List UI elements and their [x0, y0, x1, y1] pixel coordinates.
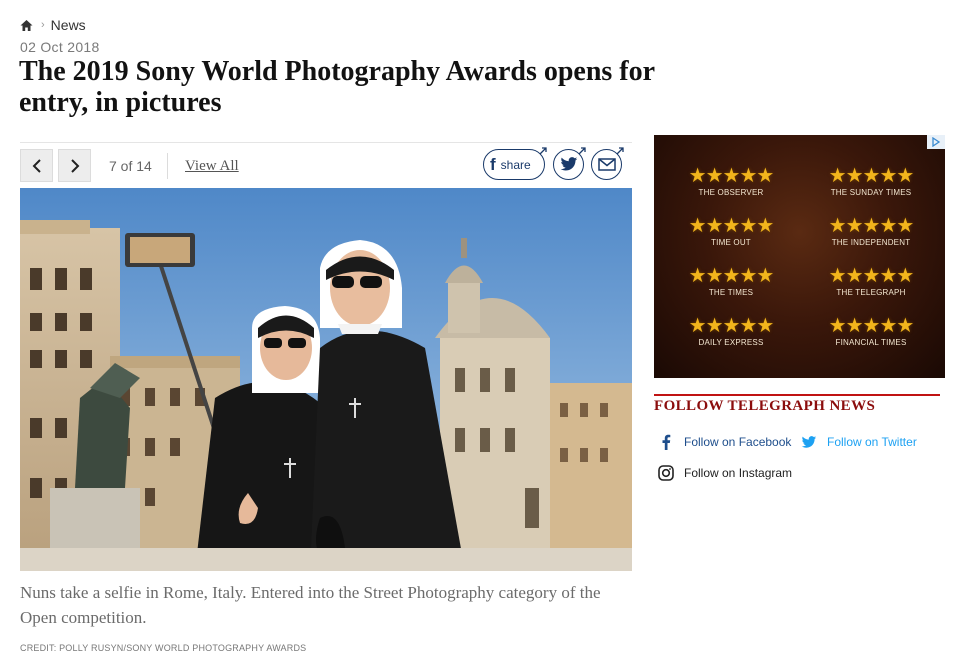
review-source: DAILY EXPRESS: [698, 338, 764, 347]
envelope-icon: [597, 158, 616, 171]
divider: [167, 153, 168, 179]
review-source: TIME OUT: [711, 238, 751, 247]
review-grid: ★★★★★ THE OBSERVER ★★★★★ THE SUNDAY TIMES …: [666, 165, 936, 347]
five-stars-icon: ★★★★★: [688, 165, 775, 187]
share-label: share: [500, 157, 531, 172]
review-cell: ★★★★★ THE OBSERVER: [666, 165, 796, 197]
five-stars-icon: ★★★★★: [688, 215, 775, 237]
page-title: The 2019 Sony World Photography Awards o…: [19, 56, 655, 118]
facebook-icon: f: [490, 154, 496, 174]
review-cell: ★★★★★ THE INDEPENDENT: [806, 215, 936, 247]
breadcrumb-news-link[interactable]: News: [51, 17, 86, 33]
breadcrumb: › News: [20, 16, 86, 34]
five-stars-icon: ★★★★★: [828, 315, 915, 337]
review-source: THE SUNDAY TIMES: [830, 188, 912, 197]
breadcrumb-separator-icon: ›: [41, 19, 45, 31]
follow-twitter-label: Follow on Twitter: [827, 435, 917, 449]
review-source: THE TIMES: [708, 288, 754, 297]
five-stars-icon: ★★★★★: [828, 265, 915, 287]
adchoices-icon[interactable]: [927, 135, 945, 149]
review-cell: ★★★★★ THE TIMES: [666, 265, 796, 297]
review-cell: ★★★★★ THE SUNDAY TIMES: [806, 165, 936, 197]
follow-facebook-label: Follow on Facebook: [684, 435, 792, 449]
photo-credit: CREDIT: POLLY RUSYN/SONY WORLD PHOTOGRAP…: [20, 643, 307, 653]
twitter-icon: [800, 433, 818, 451]
five-stars-icon: ★★★★★: [828, 215, 915, 237]
follow-instagram-link[interactable]: Follow on Instagram: [657, 464, 792, 482]
next-button[interactable]: [58, 149, 91, 182]
review-source: THE TELEGRAPH: [836, 288, 906, 297]
gallery-toolbar: 7 of 14 View All f share: [20, 142, 632, 187]
gallery-photo[interactable]: [20, 188, 632, 571]
review-source: FINANCIAL TIMES: [835, 338, 907, 347]
facebook-share-button[interactable]: f share: [483, 147, 547, 180]
view-all-link[interactable]: View All: [185, 158, 239, 175]
review-source: THE OBSERVER: [698, 188, 764, 197]
five-stars-icon: ★★★★★: [688, 315, 775, 337]
photo-caption: Nuns take a selfie in Rome, Italy. Enter…: [20, 583, 601, 627]
external-arrow-icon: [539, 147, 547, 155]
article-date: 02 Oct 2018: [20, 39, 100, 55]
review-cell: ★★★★★ FINANCIAL TIMES: [806, 315, 936, 347]
review-cell: ★★★★★ THE TELEGRAPH: [806, 265, 936, 297]
section-rule: [654, 394, 940, 396]
facebook-icon: [657, 433, 675, 451]
review-cell: ★★★★★ DAILY EXPRESS: [666, 315, 796, 347]
follow-facebook-link[interactable]: Follow on Facebook: [657, 433, 791, 451]
five-stars-icon: ★★★★★: [688, 265, 775, 287]
follow-instagram-label: Follow on Instagram: [684, 466, 793, 480]
follow-twitter-link[interactable]: Follow on Twitter: [800, 433, 917, 451]
previous-button[interactable]: [20, 149, 53, 182]
external-arrow-icon: [616, 147, 624, 155]
twitter-share-button[interactable]: [553, 147, 586, 180]
instagram-icon: [657, 464, 675, 482]
external-arrow-icon: [578, 147, 586, 155]
review-cell: ★★★★★ TIME OUT: [666, 215, 796, 247]
chevron-left-icon: [32, 158, 41, 173]
chevron-right-icon: [70, 158, 79, 173]
follow-heading: FOLLOW TELEGRAPH NEWS: [654, 398, 876, 414]
nuns-selfie-photo: [20, 188, 632, 571]
review-source: THE INDEPENDENT: [831, 238, 911, 247]
email-share-button[interactable]: [591, 147, 624, 180]
home-icon[interactable]: [20, 19, 33, 32]
five-stars-icon: ★★★★★: [828, 165, 915, 187]
twitter-icon: [560, 157, 577, 171]
gallery-counter: 7 of 14: [109, 158, 152, 174]
advertisement[interactable]: ★★★★★ THE OBSERVER ★★★★★ THE SUNDAY TIMES …: [654, 135, 945, 378]
